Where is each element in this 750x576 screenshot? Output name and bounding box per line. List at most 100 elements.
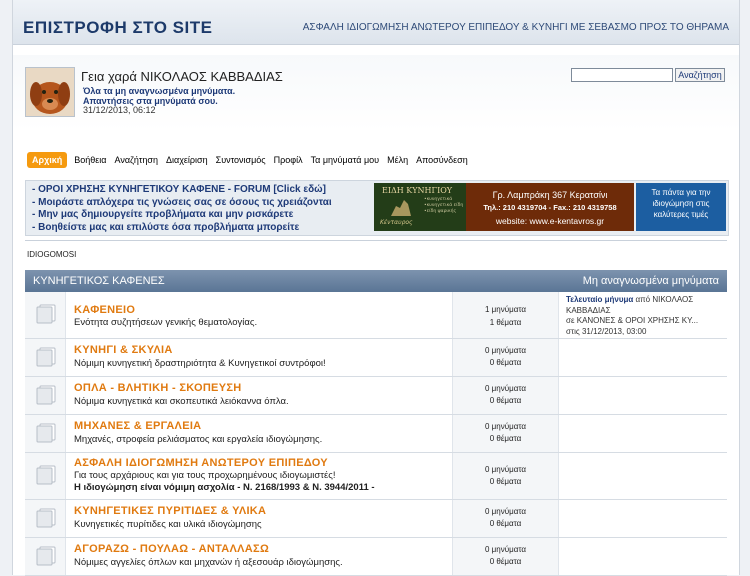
forum-table: ΚΥΝΗΓΕΤΙΚΟΣ ΚΑΦΕΝΕΣ Μη αναγνωσμένα μηνύμ…: [25, 270, 727, 576]
forum-row: ΑΣΦΑΛΗ ΙΔΙΟΓΩΜΗΣΗ ΑΝΩΤΕΡΟΥ ΕΠΙΠΕΔΟΥ Για …: [25, 453, 727, 500]
post-count: 0 μηνύματα: [484, 346, 526, 355]
site-header: ΕΠΙΣΤΡΟΦΗ ΣΤΟ SITE ΑΣΦΑΛΗ ΙΔΙΟΓΩΜΗΣΗ ΑΝΩ…: [13, 0, 739, 45]
ad-contact[interactable]: Γρ. Λαμπράκη 367 Κερατσίνι Τηλ.: 210 431…: [466, 183, 634, 231]
ad-address: Γρ. Λαμπράκη 367 Κερατσίνι: [492, 190, 608, 200]
forum-row: ΚΥΝΗΓΙ & ΣΚΥΛΙΑ Νόμιμη κυνηγετική δραστη…: [25, 339, 727, 377]
breadcrumb[interactable]: IDIOGOMOSI: [27, 250, 76, 259]
forum-name[interactable]: ΑΓΟΡΑΖΩ - ΠΟΥΛΑΩ - ΑΝΤΑΛΛΑΣΩ: [74, 543, 269, 555]
category-header: ΚΥΝΗΓΕΤΙΚΟΣ ΚΑΦΕΝΕΣ Μη αναγνωσμένα μηνύμ…: [25, 270, 727, 292]
site-tagline: ΑΣΦΑΛΗ ΙΔΙΟΓΩΜΗΣΗ ΑΝΩΤΕΡΟΥ ΕΠΙΠΕΔΟΥ & ΚΥ…: [302, 22, 729, 33]
ad-kentavros-logo[interactable]: ΕΙΔΗ ΚΥΝΗΓΙΟΥ •κυνηγετικά •κυνηγετικά εί…: [374, 183, 466, 231]
post-count: 0 μηνύματα: [484, 465, 526, 474]
topic-count: 0 θέματα: [489, 358, 522, 367]
nav-search[interactable]: Αναζήτηση: [115, 153, 158, 167]
forum-icon: [36, 546, 56, 566]
forum-stats: 1 μηνύματα 1 θέματα: [452, 292, 559, 338]
forum-name[interactable]: ΑΣΦΑΛΗ ΙΔΙΟΓΩΜΗΣΗ ΑΝΩΤΕΡΟΥ ΕΠΙΠΕΔΟΥ: [74, 457, 328, 469]
forum-description: Νόμιμες αγγελίες όπλων και μηχανών ή αξε…: [74, 557, 343, 568]
rules-line: - Βοηθείστε μας και επιλύστε όσα προβλήμ…: [32, 221, 300, 233]
ad-subtitle: •κυνηγετικά •κυνηγετικά είδη •είδη ψαρικ…: [424, 197, 464, 214]
ad-website: website: www.e-kentavros.gr: [495, 216, 605, 226]
forum-stats: 0 μηνύματα 0 θέματα: [452, 339, 559, 376]
category-title[interactable]: ΚΥΝΗΓΕΤΙΚΟΣ ΚΑΦΕΝΕΣ: [33, 275, 165, 287]
forum-icon: [36, 385, 56, 405]
forum-description: Κυνηγετικές πυρίτιδες και υλικά ιδιογώμη…: [74, 519, 262, 530]
last-post: [558, 415, 727, 452]
ad-slogan[interactable]: Τα πάντα για την ιδιογώμηση στις καλύτερ…: [636, 183, 726, 231]
topic-count: 1 θέματα: [489, 318, 522, 327]
topic-count: 0 θέματα: [489, 519, 522, 528]
last-post-label: Τελευταίο μήνυμα: [566, 295, 634, 304]
rules-list: - ΟΡΟΙ ΧΡΗΣΗΣ ΚΥΝΗΓΕΤΙΚΟΥ ΚΑΦΕΝΕ - FORUM…: [32, 184, 332, 234]
forum-icon: [36, 508, 56, 528]
rules-line: - Μοιράστε απλόχερα τις γνώσεις σας σε ό…: [32, 196, 332, 208]
ad-brand: Κένταυρος: [380, 219, 413, 226]
search-button[interactable]: Αναζήτηση: [675, 68, 725, 82]
forum-stats: 0 μηνύματα 0 θέματα: [452, 453, 559, 499]
dog-avatar-icon: [26, 68, 74, 116]
main-nav: Αρχική Βοήθεια Αναζήτηση Διαχείριση Συντ…: [27, 152, 476, 168]
last-post: [558, 339, 727, 376]
topic-count: 0 θέματα: [489, 557, 522, 566]
topic-count: 0 θέματα: [489, 396, 522, 405]
nav-help[interactable]: Βοήθεια: [74, 153, 106, 167]
nav-logout[interactable]: Αποσύνδεση: [416, 153, 468, 167]
forum-description: Νόμιμη κυνηγετική δραστηριότητα & Κυνηγε…: [74, 358, 326, 369]
last-post: [558, 500, 727, 537]
last-post: Τελευταίο μήνυμα από ΝΙΚΟΛΑΟΣ ΚΑΒΒΑΔΙΑΣ …: [558, 292, 727, 338]
last-post-author[interactable]: από ΝΙΚΟΛΑΟΣ: [633, 295, 694, 304]
forum-name[interactable]: ΟΠΛΑ - ΒΛΗΤΙΚΗ - ΣΚΟΠΕΥΣΗ: [74, 382, 241, 394]
last-post-author-surname[interactable]: ΚΑΒΒΑΔΙΑΣ: [566, 306, 611, 315]
post-count: 0 μηνύματα: [484, 545, 526, 554]
last-post-date: στις 31/12/2013, 03:00: [566, 326, 647, 336]
forum-icon: [36, 465, 56, 485]
forum-description: Νόμιμα κυνηγετικά και σκοπευτικά λειόκαν…: [74, 396, 289, 407]
unread-posts-header-link[interactable]: Μη αναγνωσμένα μηνύματα: [583, 275, 719, 287]
nav-moderation[interactable]: Συντονισμός: [216, 153, 266, 167]
nav-admin[interactable]: Διαχείριση: [166, 153, 208, 167]
rules-line: - Μην μας δημιουργείτε προβλήματα και μη…: [32, 209, 294, 220]
forum-name[interactable]: ΚΥΝΗΓΙ & ΣΚΥΛΙΑ: [74, 344, 173, 356]
back-to-site-link[interactable]: ΕΠΙΣΤΡΟΦΗ ΣΤΟ SITE: [23, 18, 212, 38]
last-post: [558, 538, 727, 575]
avatar[interactable]: [25, 67, 75, 117]
last-post-topic[interactable]: σε ΚΑΝΟΝΕΣ & ΟΡΟΙ ΧΡΗΣΗΣ ΚΥ...: [566, 316, 698, 325]
forum-stats: 0 μηνύματα 0 θέματα: [452, 415, 559, 452]
forum-stats: 0 μηνύματα 0 θέματα: [452, 500, 559, 537]
topic-count: 0 θέματα: [489, 434, 522, 443]
forum-row: ΑΓΟΡΑΖΩ - ΠΟΥΛΑΩ - ΑΝΤΑΛΛΑΣΩ Νόμιμες αγγ…: [25, 538, 727, 576]
last-post: [558, 377, 727, 414]
forum-name[interactable]: ΚΥΝΗΓΕΤΙΚΕΣ ΠΥΡΙΤΙΔΕΣ & ΥΛΙΚΑ: [74, 505, 266, 517]
topic-count: 0 θέματα: [489, 477, 522, 486]
forum-stats: 0 μηνύματα 0 θέματα: [452, 538, 559, 575]
ad-phone: Τηλ.: 210 4319704 - Fax.: 210 4319758: [483, 203, 617, 212]
forum-row: ΚΥΝΗΓΕΤΙΚΕΣ ΠΥΡΙΤΙΔΕΣ & ΥΛΙΚΑ Κυνηγετικέ…: [25, 500, 727, 538]
unread-posts-link[interactable]: Όλα τα μη αναγνωσμένα μηνύματα.: [83, 86, 235, 96]
ad-title: ΕΙΔΗ ΚΥΝΗΓΙΟΥ: [382, 186, 453, 195]
forum-description: Μηχανές, στροφεία ρελιάσματος και εργαλε…: [74, 434, 323, 445]
nav-home[interactable]: Αρχική: [27, 152, 68, 168]
post-count: 0 μηνύματα: [484, 507, 526, 516]
nav-my-posts[interactable]: Τα μηνύματά μου: [311, 153, 379, 167]
page: ΕΠΙΣΤΡΟΦΗ ΣΤΟ SITE ΑΣΦΑΛΗ ΙΔΙΟΓΩΜΗΣΗ ΑΝΩ…: [12, 0, 740, 576]
announcement-banner: - ΟΡΟΙ ΧΡΗΣΗΣ ΚΥΝΗΓΕΤΙΚΟΥ ΚΑΦΕΝΕ - FORUM…: [25, 180, 729, 236]
forum-description-legal: Η ιδιογώμηση είναι νόμιμη ασχολία - Ν. 2…: [74, 482, 375, 493]
nav-members[interactable]: Μέλη: [387, 153, 408, 167]
forum-row: ΟΠΛΑ - ΒΛΗΤΙΚΗ - ΣΚΟΠΕΥΣΗ Νόμιμα κυνηγετ…: [25, 377, 727, 415]
post-count: 0 μηνύματα: [484, 422, 526, 431]
forum-name[interactable]: ΜΗΧΑΝΕΣ & ΕΡΓΑΛΕΙΑ: [74, 420, 201, 432]
last-post: [558, 453, 727, 499]
current-datetime: 31/12/2013, 06:12: [83, 105, 156, 115]
search-input[interactable]: [571, 68, 673, 82]
forum-icon: [36, 423, 56, 443]
post-count: 1 μηνύματα: [484, 305, 526, 314]
forum-description: Για τους αρχάριους και για τους προχωρημ…: [74, 470, 336, 481]
forum-row: ΜΗΧΑΝΕΣ & ΕΡΓΑΛΕΙΑ Μηχανές, στροφεία ρελ…: [25, 415, 727, 453]
centaur-icon: [391, 200, 411, 216]
forum-icon: [36, 304, 56, 324]
rules-link[interactable]: - ΟΡΟΙ ΧΡΗΣΗΣ ΚΥΝΗΓΕΤΙΚΟΥ ΚΑΦΕΝΕ - FORUM…: [32, 184, 332, 197]
forum-stats: 0 μηνύματα 0 θέματα: [452, 377, 559, 414]
nav-profile[interactable]: Προφίλ: [274, 153, 303, 167]
post-count: 0 μηνύματα: [484, 384, 526, 393]
forum-name[interactable]: ΚΑΦΕΝΕΙΟ: [74, 304, 135, 316]
